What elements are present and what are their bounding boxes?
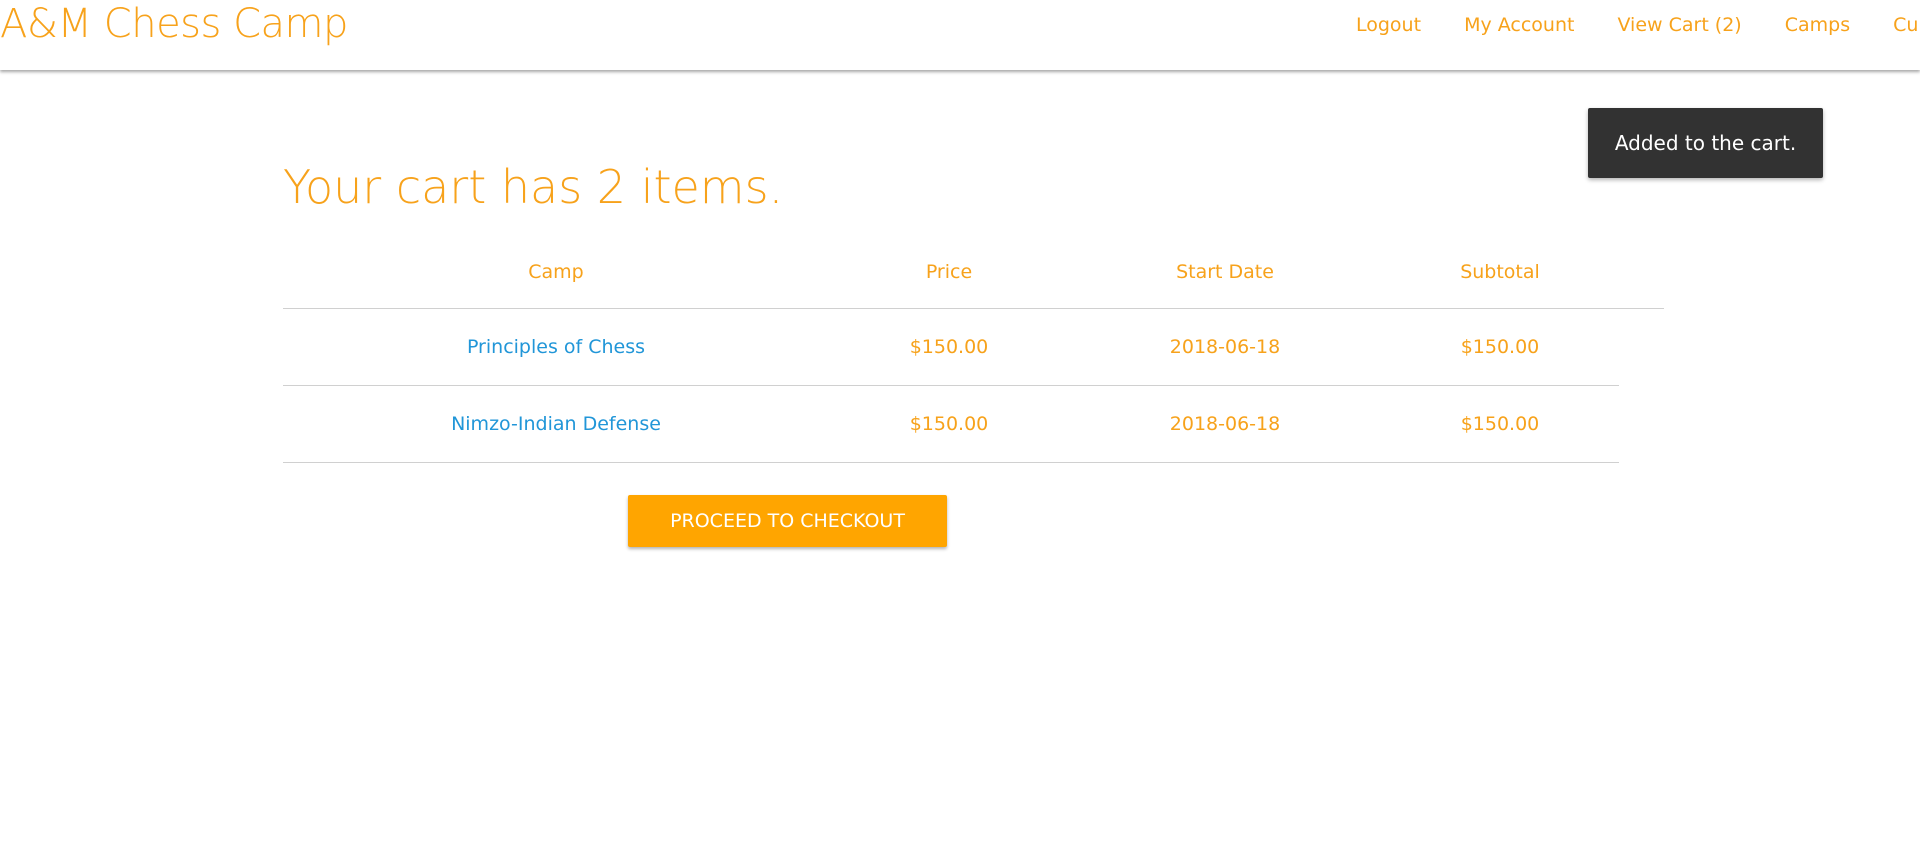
table-header-row: Camp Price Start Date Subtotal: [283, 236, 1619, 309]
column-header-subtotal: Subtotal: [1381, 236, 1619, 309]
subtotal-cell: $150.00: [1381, 385, 1619, 463]
proceed-to-checkout-button[interactable]: PROCEED TO CHECKOUT: [628, 495, 947, 547]
nav-logout-link[interactable]: Logout: [1356, 12, 1421, 38]
column-header-start-date: Start Date: [1069, 236, 1381, 309]
camp-link[interactable]: Nimzo-Indian Defense: [451, 413, 661, 435]
camp-link[interactable]: Principles of Chess: [467, 336, 645, 358]
top-navbar: A&M Chess Camp Logout My Account View Ca…: [0, 0, 1920, 70]
start-date-cell: 2018-06-18: [1069, 385, 1381, 463]
brand-logo[interactable]: A&M Chess Camp: [0, 0, 348, 48]
camp-cell: Nimzo-Indian Defense: [283, 385, 829, 463]
column-header-price: Price: [829, 236, 1069, 309]
nav-links: Logout My Account View Cart (2) Camps Cu…: [1356, 12, 1920, 38]
nav-my-account-link[interactable]: My Account: [1464, 12, 1574, 38]
price-cell: $150.00: [829, 385, 1069, 463]
subtotal-cell: $150.00: [1381, 308, 1619, 386]
added-to-cart-toast: Added to the cart.: [1588, 108, 1823, 178]
page-title: Your cart has 2 items.: [283, 160, 784, 214]
nav-curriculum-link[interactable]: Curriculu: [1893, 12, 1920, 38]
header-divider-extension: [1619, 308, 1664, 309]
start-date-cell: 2018-06-18: [1069, 308, 1381, 386]
price-cell: $150.00: [829, 308, 1069, 386]
nav-camps-link[interactable]: Camps: [1785, 12, 1850, 38]
table-row: Nimzo-Indian Defense $150.00 2018-06-18 …: [283, 385, 1619, 463]
cart-table: Camp Price Start Date Subtotal Principle…: [283, 236, 1619, 463]
nav-view-cart-link[interactable]: View Cart (2): [1617, 12, 1741, 38]
camp-cell: Principles of Chess: [283, 308, 829, 386]
table-row: Principles of Chess $150.00 2018-06-18 $…: [283, 308, 1619, 386]
column-header-camp: Camp: [283, 236, 829, 309]
